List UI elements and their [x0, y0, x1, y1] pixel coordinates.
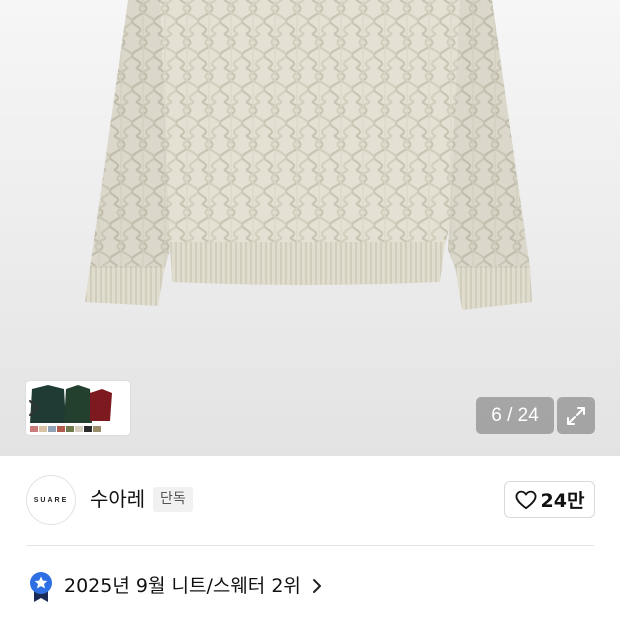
image-counter-total: 24 [517, 405, 539, 426]
like-button[interactable]: 24만 [504, 481, 595, 518]
heart-icon [515, 490, 536, 509]
image-counter-separator: / [507, 405, 513, 426]
color-variants-image [26, 381, 130, 435]
fullscreen-button[interactable] [557, 397, 595, 434]
ranking-medal-icon [30, 572, 52, 602]
expand-icon [567, 407, 585, 425]
brand-name[interactable]: 수아레 [90, 486, 145, 512]
image-counter-current: 6 [491, 405, 502, 426]
brand-logo[interactable]: SUARE [26, 475, 76, 525]
brand-logo-text: SUARE [33, 496, 69, 504]
product-image-gallery[interactable]: 6 / 24 [0, 0, 620, 456]
ranking-link[interactable]: 2025년 9월 니트/스웨터 2위 [26, 566, 594, 606]
divider [26, 545, 594, 546]
image-counter: 6 / 24 [476, 397, 554, 434]
like-count: 24만 [540, 490, 585, 512]
color-thumbnail-strip[interactable] [26, 381, 130, 435]
brand-row: SUARE 수아레 단독 24만 [0, 456, 620, 544]
chevron-right-icon [312, 579, 321, 593]
ranking-text: 2025년 9월 니트/스웨터 2위 [64, 575, 301, 597]
chevron-right-icon [29, 400, 38, 416]
exclusive-badge: 단독 [153, 487, 193, 512]
